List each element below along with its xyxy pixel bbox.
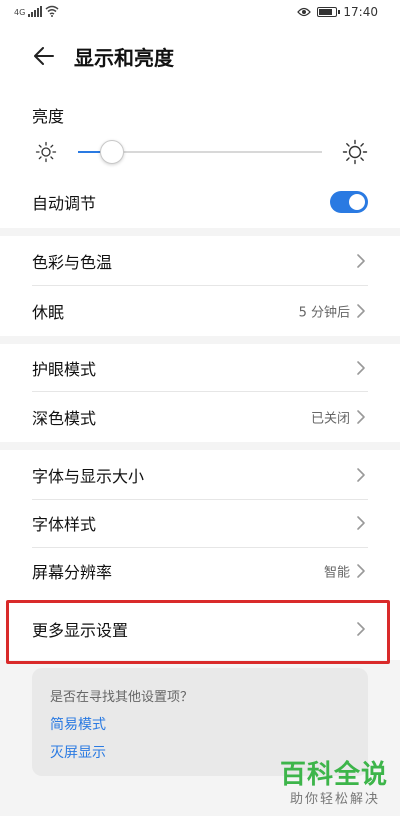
row-label: 字体与显示大小 [32,467,145,486]
brightness-card: 亮度 自动调节 [0,84,400,228]
row-sleep[interactable]: 休眠 5 分钟后 [0,286,400,336]
brightness-slider-row [0,132,400,172]
row-label: 更多显示设置 [32,621,129,640]
link-simple-mode[interactable]: 简易模式 [50,714,106,734]
auto-adjust-row[interactable]: 自动调节 [0,180,400,224]
row-more-display-settings[interactable]: 更多显示设置 [0,604,400,654]
status-right: 17:40 [297,5,378,19]
sun-small-icon [35,141,57,163]
settings-group-1: 色彩与色温 休眠 5 分钟后 [0,236,400,336]
row-label: 屏幕分辨率 [32,563,113,582]
settings-group-2: 护眼模式 深色模式 已关闭 [0,344,400,442]
row-label: 深色模式 [32,409,97,428]
eye-icon [297,7,312,17]
watermark-sub-text: 助你轻松解决 [289,792,380,807]
row-value: 5 分钟后 [298,305,350,321]
chevron-right-icon [357,516,365,530]
page-title: 显示和亮度 [74,46,174,70]
status-time: 17:40 [343,5,378,19]
status-left: 4G [14,5,59,17]
row-dark-mode[interactable]: 深色模式 已关闭 [0,392,400,442]
status-bar: 4G 17:40 [0,0,400,28]
row-label: 护眼模式 [32,360,97,379]
auto-adjust-toggle[interactable] [330,191,368,213]
row-color-temperature[interactable]: 色彩与色温 [0,236,400,286]
row-label: 字体样式 [32,515,97,534]
row-value: 智能 [323,565,350,581]
watermark-main-text: 百科全说 [279,760,388,790]
row-label: 色彩与色温 [32,253,113,272]
toggle-knob [349,194,365,210]
sun-large-icon [342,139,368,165]
chevron-right-icon [357,468,365,482]
auto-adjust-label: 自动调节 [32,194,97,213]
link-always-on-display[interactable]: 灭屏显示 [50,742,106,762]
brightness-label: 亮度 [32,107,65,126]
chevron-right-icon [357,410,365,424]
row-screen-resolution[interactable]: 屏幕分辨率 智能 [0,546,400,596]
chevron-right-icon [357,622,365,636]
arrow-left-icon [34,47,54,65]
chevron-right-icon [357,304,365,318]
watermark-logo: 百科全说 助你轻松解决 [268,754,388,810]
header: 显示和亮度 [0,28,400,84]
battery-icon [317,7,341,17]
back-button[interactable] [28,40,60,72]
row-label: 休眠 [32,303,65,322]
row-font-display-size[interactable]: 字体与显示大小 [0,450,400,500]
wifi-icon [45,5,59,17]
suggestion-title: 是否在寻找其他设置项？ [50,690,194,705]
signal-icon [28,5,43,17]
row-value: 已关闭 [310,411,350,427]
brightness-slider-thumb[interactable] [100,140,125,164]
chevron-right-icon [357,361,365,375]
settings-group-3: 字体与显示大小 字体样式 屏幕分辨率 智能 更多显示设置 [0,450,400,660]
row-font-style[interactable]: 字体样式 [0,498,400,548]
chevron-right-icon [357,254,365,268]
chevron-right-icon [357,564,365,578]
row-eye-comfort[interactable]: 护眼模式 [0,344,400,392]
brightness-slider[interactable] [78,140,322,164]
network-type-label: 4G [14,8,26,17]
